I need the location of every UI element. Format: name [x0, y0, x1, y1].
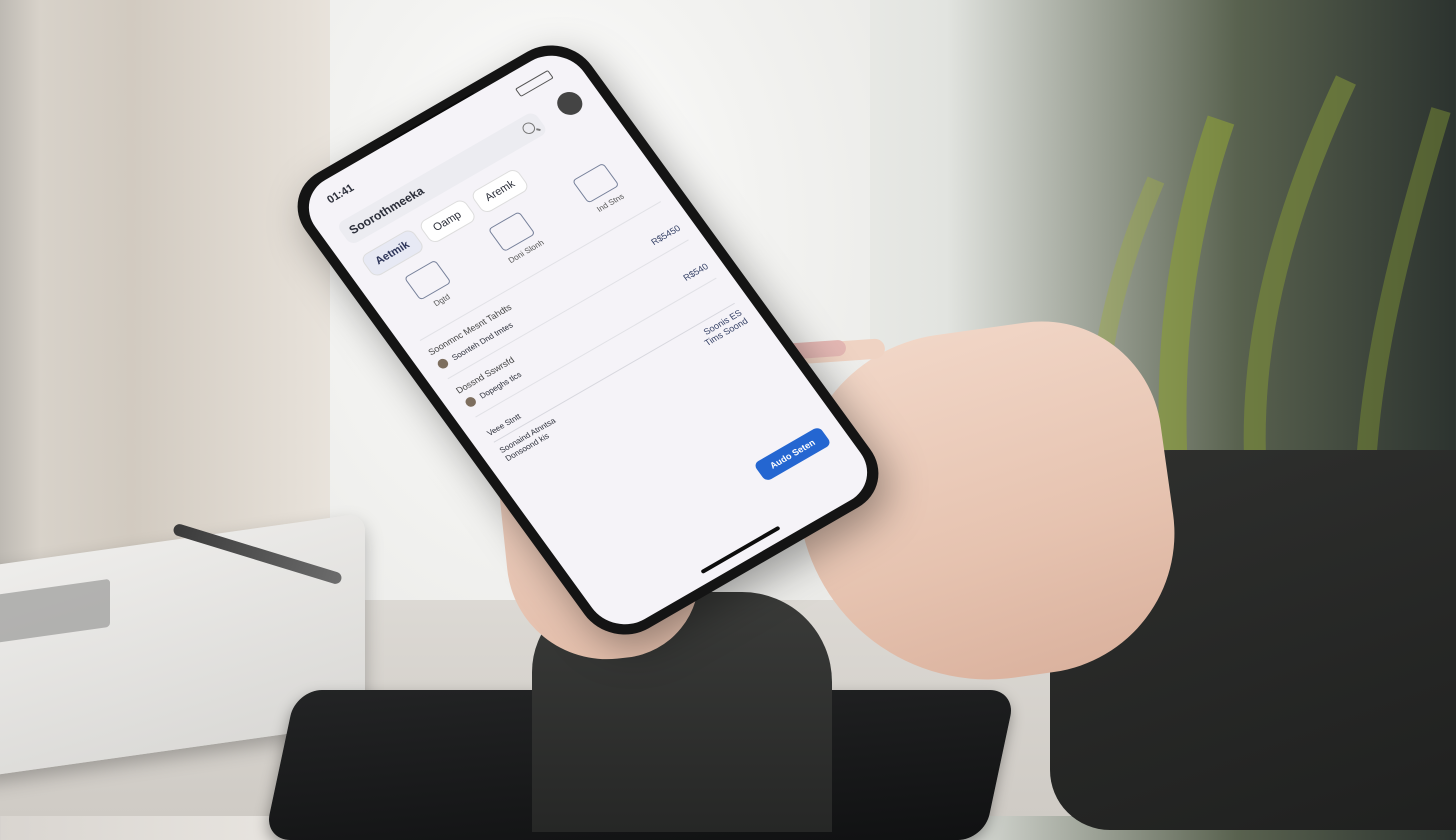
tab-3[interactable]: Aremk — [469, 166, 532, 216]
avatar-icon — [435, 357, 451, 371]
search-icon[interactable] — [520, 120, 538, 137]
status-time: 01:41 — [324, 182, 357, 207]
avatar-icon — [463, 395, 479, 409]
primary-action-button[interactable]: Audo Seten — [753, 426, 832, 482]
scene: 01:41 Soorothmeeka Aetmik Oamp Aremk Dgt… — [0, 0, 1456, 840]
window-frame — [0, 0, 330, 600]
laptop-keyboard — [0, 578, 110, 644]
battery-icon — [514, 69, 554, 98]
tab-2[interactable]: Oamp — [417, 197, 478, 246]
avatar[interactable] — [552, 87, 588, 120]
